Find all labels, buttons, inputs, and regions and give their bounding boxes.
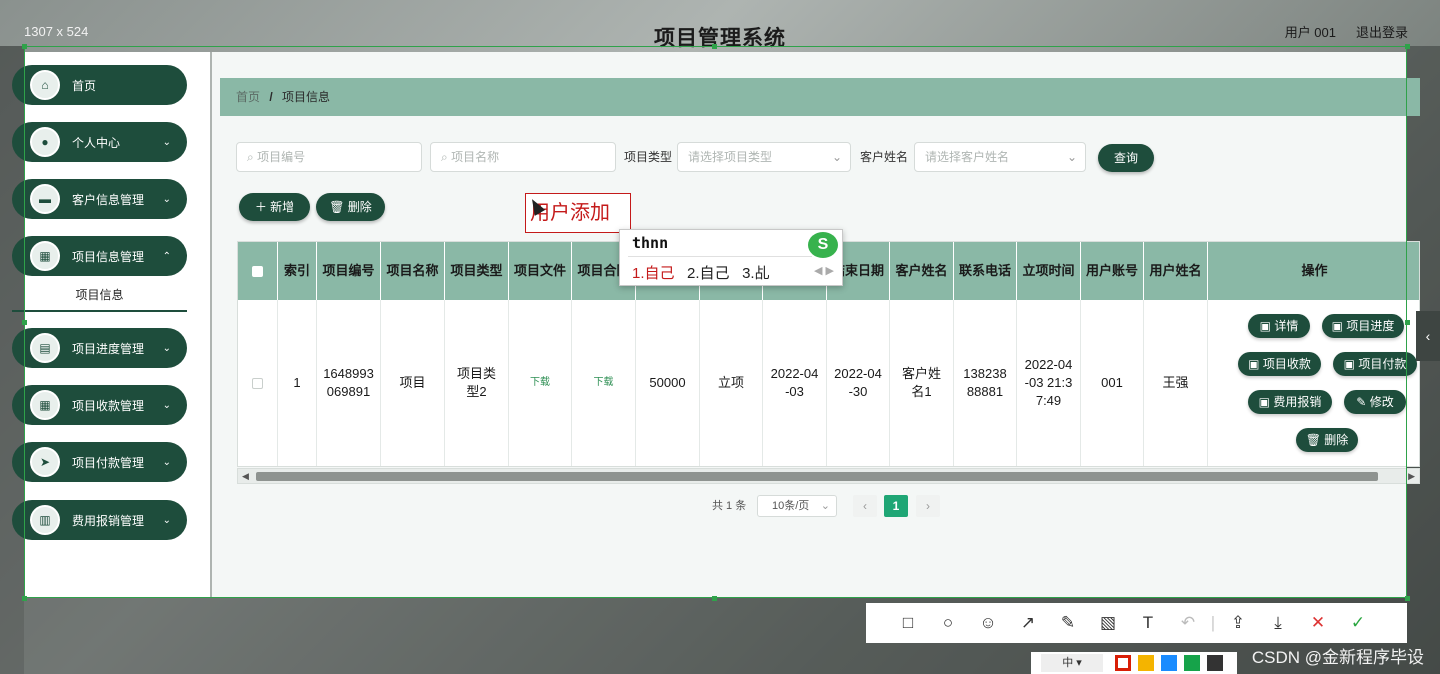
ime-divider (628, 256, 812, 257)
ime-candidate-window: thnn S 1.自己 2.自己 3.乩 ◀ ▶ (619, 229, 843, 286)
toolbar-divider: | (1210, 613, 1216, 632)
pen-icon[interactable]: ✎ (1048, 613, 1088, 633)
share-icon[interactable]: ⇪ (1218, 613, 1258, 633)
chevron-left-icon: ‹ (1425, 328, 1431, 344)
arrow-icon[interactable]: ↗ (1008, 613, 1048, 633)
ime-candidate[interactable]: 2.自己 (687, 265, 730, 282)
download-icon[interactable]: ⤓ (1258, 613, 1298, 633)
color-swatch-yellow[interactable] (1138, 655, 1154, 671)
logout-link[interactable]: 退出登录 (1356, 22, 1408, 41)
watermark: CSDN @金新程序毕设 (1251, 648, 1424, 667)
size-select[interactable]: 中 ▾ (1041, 654, 1103, 672)
ime-candidate[interactable]: 3.乩 (742, 265, 770, 282)
resize-handle[interactable] (1405, 596, 1410, 601)
rect-icon[interactable]: □ (888, 613, 928, 633)
ime-candidates: 1.自己 2.自己 3.乩 (632, 262, 770, 283)
confirm-icon[interactable]: ✓ (1338, 613, 1378, 633)
color-swatch-blue[interactable] (1161, 655, 1177, 671)
color-palette: 中 ▾ (1031, 652, 1237, 674)
current-user[interactable]: 用户 001 (1285, 22, 1336, 41)
ime-candidate[interactable]: 1.自己 (632, 265, 675, 282)
ime-page-arrows-icon[interactable]: ◀ ▶ (814, 264, 834, 277)
resize-handle[interactable] (22, 44, 27, 49)
ellipse-icon[interactable]: ○ (928, 613, 968, 633)
screenshot-toolbar: □ ○ ☺ ↗ ✎ ▧ T ↶ | ⇪ ⤓ ✕ ✓ (866, 603, 1407, 643)
mosaic-icon[interactable]: ▧ (1088, 613, 1128, 633)
close-icon[interactable]: ✕ (1298, 613, 1338, 633)
mosaic-emoji-icon[interactable]: ☺ (968, 613, 1008, 633)
ime-composition: thnn (632, 234, 669, 252)
resize-handle[interactable] (1405, 320, 1410, 325)
color-swatch-black[interactable] (1207, 655, 1223, 671)
collapse-right-panel-tab[interactable]: ‹ (1416, 311, 1440, 361)
resize-handle[interactable] (712, 596, 717, 601)
resize-handle[interactable] (22, 320, 27, 325)
resize-handle[interactable] (1405, 44, 1410, 49)
text-icon[interactable]: T (1128, 613, 1168, 633)
scroll-right-icon[interactable]: ▶ (1408, 469, 1415, 483)
app-header: 1307 x 524 项目管理系统 用户 001 退出登录 (0, 6, 1440, 50)
sogou-logo-icon: S (808, 232, 838, 258)
color-swatch-green[interactable] (1184, 655, 1200, 671)
color-swatch-red[interactable] (1115, 655, 1131, 671)
resize-handle[interactable] (22, 596, 27, 601)
undo-icon[interactable]: ↶ (1168, 613, 1208, 633)
annotation-text-box[interactable]: 用户添加 (525, 193, 631, 233)
capture-frame (24, 46, 1407, 598)
resize-handle[interactable] (712, 44, 717, 49)
